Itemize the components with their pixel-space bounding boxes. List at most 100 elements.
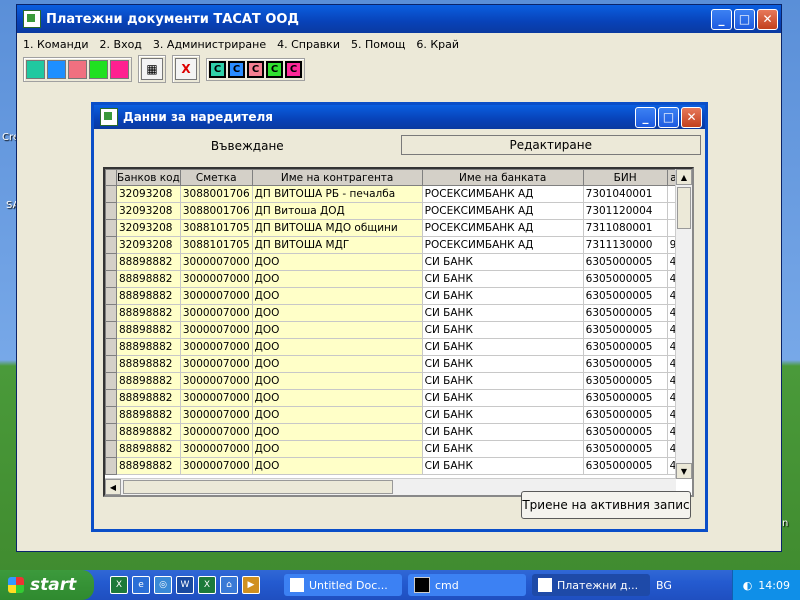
task-payment-documents[interactable]: Платежни д... xyxy=(532,574,650,596)
table-cell[interactable]: 32093208 xyxy=(116,202,181,220)
table-cell[interactable]: ДП Витоша ДОД xyxy=(251,202,423,220)
table-cell[interactable]: РОСЕКСИМБАНК АД xyxy=(421,185,584,203)
word-icon[interactable]: W xyxy=(176,576,194,594)
table-cell[interactable]: 6305000005 xyxy=(582,457,668,475)
table-cell[interactable]: ДП ВИТОША МДГ xyxy=(251,236,423,254)
table-cell[interactable]: 88898882 xyxy=(116,304,181,322)
excel-icon-2[interactable]: X xyxy=(198,576,216,594)
scroll-up-arrow-icon[interactable]: ▲ xyxy=(676,169,692,185)
table-cell[interactable]: СИ БАНК xyxy=(421,253,584,271)
table-cell[interactable]: 3000007000 xyxy=(179,406,253,424)
table-cell[interactable]: РОСЕКСИМБАНК АД xyxy=(421,202,584,220)
maximize-button[interactable]: □ xyxy=(734,8,755,30)
table-cell[interactable]: СИ БАНК xyxy=(421,440,584,458)
table-cell[interactable]: 6305000005 xyxy=(582,372,668,390)
table-cell[interactable]: 3000007000 xyxy=(179,457,253,475)
table-cell[interactable]: 3000007000 xyxy=(179,423,253,441)
table-cell[interactable]: ДОО xyxy=(251,304,423,322)
table-cell[interactable]: 6305000005 xyxy=(582,440,668,458)
horizontal-scroll-thumb[interactable] xyxy=(123,480,393,494)
table-cell[interactable]: 3000007000 xyxy=(179,287,253,305)
column-header[interactable]: Сметка xyxy=(179,169,253,186)
table-cell[interactable]: ДОО xyxy=(251,423,423,441)
table-cell[interactable]: 3000007000 xyxy=(179,338,253,356)
table-cell[interactable]: 32093208 xyxy=(116,219,181,237)
table-cell[interactable]: 88898882 xyxy=(116,287,181,305)
menu-login[interactable]: 2. Вход xyxy=(100,38,142,51)
calculator-icon[interactable]: ▦ xyxy=(141,58,163,80)
table-cell[interactable]: 6305000005 xyxy=(582,287,668,305)
vertical-scrollbar[interactable]: ▲ ▼ xyxy=(675,169,692,479)
row-selector[interactable] xyxy=(105,321,117,339)
row-selector[interactable] xyxy=(105,185,117,203)
desktop-icon-label[interactable]: n xyxy=(782,518,788,529)
blue-color-button[interactable] xyxy=(47,59,66,79)
table-cell[interactable]: ДОО xyxy=(251,457,423,475)
table-cell[interactable]: 6305000005 xyxy=(582,355,668,373)
table-cell[interactable]: 6305000005 xyxy=(582,270,668,288)
table-cell[interactable]: 3000007000 xyxy=(179,270,253,288)
table-row[interactable]: 32093208 3088001706 ДП ВИТОША РБ - печалба… xyxy=(105,185,687,203)
table-cell[interactable]: СИ БАНК xyxy=(421,304,584,322)
c-button-green[interactable]: C xyxy=(266,60,283,78)
dialog-maximize-button[interactable]: □ xyxy=(658,106,679,128)
table-cell[interactable]: СИ БАНК xyxy=(421,338,584,356)
table-cell[interactable]: 3088101705 xyxy=(179,236,253,254)
row-selector[interactable] xyxy=(105,219,117,237)
row-selector[interactable] xyxy=(105,423,117,441)
table-cell[interactable]: СИ БАНК xyxy=(421,270,584,288)
main-titlebar[interactable]: Платежни документи ТАСАТ ООД _ □ ✕ xyxy=(17,5,781,33)
table-row[interactable]: 888988823000007000ДООСИ БАНК630500000542 xyxy=(105,270,687,288)
table-cell[interactable]: СИ БАНК xyxy=(421,355,584,373)
table-cell[interactable]: 6305000005 xyxy=(582,406,668,424)
table-cell[interactable]: 88898882 xyxy=(116,253,181,271)
table-cell[interactable]: ДОО xyxy=(251,440,423,458)
menu-administration[interactable]: 3. Администриране xyxy=(153,38,266,51)
browser-icon[interactable]: ◎ xyxy=(154,576,172,594)
tab-edit[interactable]: Редактиране xyxy=(400,135,701,155)
table-cell[interactable]: 3088001706 xyxy=(179,185,253,203)
teal-color-button[interactable] xyxy=(26,59,45,79)
menu-exit[interactable]: 6. Край xyxy=(416,38,459,51)
menu-commands[interactable]: 1. Команди xyxy=(23,38,89,51)
table-cell[interactable]: ДОО xyxy=(251,389,423,407)
magenta-color-button[interactable] xyxy=(110,59,129,79)
table-row[interactable]: 888988823000007000ДООСИ БАНК630500000542 xyxy=(105,372,687,390)
table-cell[interactable]: ДОО xyxy=(251,287,423,305)
table-row[interactable]: 888988823000007000ДООСИ БАНК630500000542 xyxy=(105,457,687,475)
row-selector[interactable] xyxy=(105,372,117,390)
row-selector[interactable] xyxy=(105,355,117,373)
task-untitled-doc[interactable]: Untitled Doc... xyxy=(284,574,402,596)
excel-icon[interactable]: X xyxy=(110,576,128,594)
scroll-left-arrow-icon[interactable]: ◀ xyxy=(105,479,121,495)
table-cell[interactable]: 32093208 xyxy=(116,185,181,203)
scroll-down-arrow-icon[interactable]: ▼ xyxy=(676,463,692,479)
row-selector[interactable] xyxy=(105,406,117,424)
internet-explorer-icon[interactable]: e xyxy=(132,576,150,594)
table-cell[interactable]: СИ БАНК xyxy=(421,423,584,441)
table-row[interactable]: 888988823000007000ДООСИ БАНК630500000542 xyxy=(105,355,687,373)
close-button[interactable]: ✕ xyxy=(757,8,778,30)
clock[interactable]: 14:09 xyxy=(758,579,790,592)
vertical-scroll-thumb[interactable] xyxy=(677,187,691,229)
tab-entry[interactable]: Въвеждане xyxy=(98,135,397,157)
table-cell[interactable]: 3000007000 xyxy=(179,253,253,271)
table-row[interactable]: 32093208 3088001706 ДП Витоша ДОД РОСЕКСИМБ… xyxy=(105,202,687,220)
table-cell[interactable]: 6305000005 xyxy=(582,304,668,322)
table-row[interactable]: 32093208 3088101705 ДП ВИТОША МДГ РОСЕКСИМБ… xyxy=(105,236,687,254)
table-cell[interactable]: ДОО xyxy=(251,253,423,271)
records-grid[interactable]: Банков код Сметка Име на контрагента Име… xyxy=(103,167,694,497)
column-header[interactable]: БИН xyxy=(582,169,668,186)
table-row[interactable]: 888988823000007000ДООСИ БАНК630500000542 xyxy=(105,253,687,271)
table-cell[interactable]: СИ БАНК xyxy=(421,406,584,424)
row-selector[interactable] xyxy=(105,287,117,305)
table-row[interactable]: 888988823000007000ДООСИ БАНК630500000542 xyxy=(105,321,687,339)
c-button-blue[interactable]: C xyxy=(228,60,245,78)
table-cell[interactable]: 3088001706 xyxy=(179,202,253,220)
column-header[interactable]: Име на банката xyxy=(421,169,584,186)
minimize-button[interactable]: _ xyxy=(711,8,732,30)
row-selector[interactable] xyxy=(105,202,117,220)
tray-app-icon[interactable]: ◐ xyxy=(743,579,753,592)
table-row[interactable]: 888988823000007000ДООСИ БАНК630500000542 xyxy=(105,440,687,458)
table-cell[interactable]: 3000007000 xyxy=(179,321,253,339)
